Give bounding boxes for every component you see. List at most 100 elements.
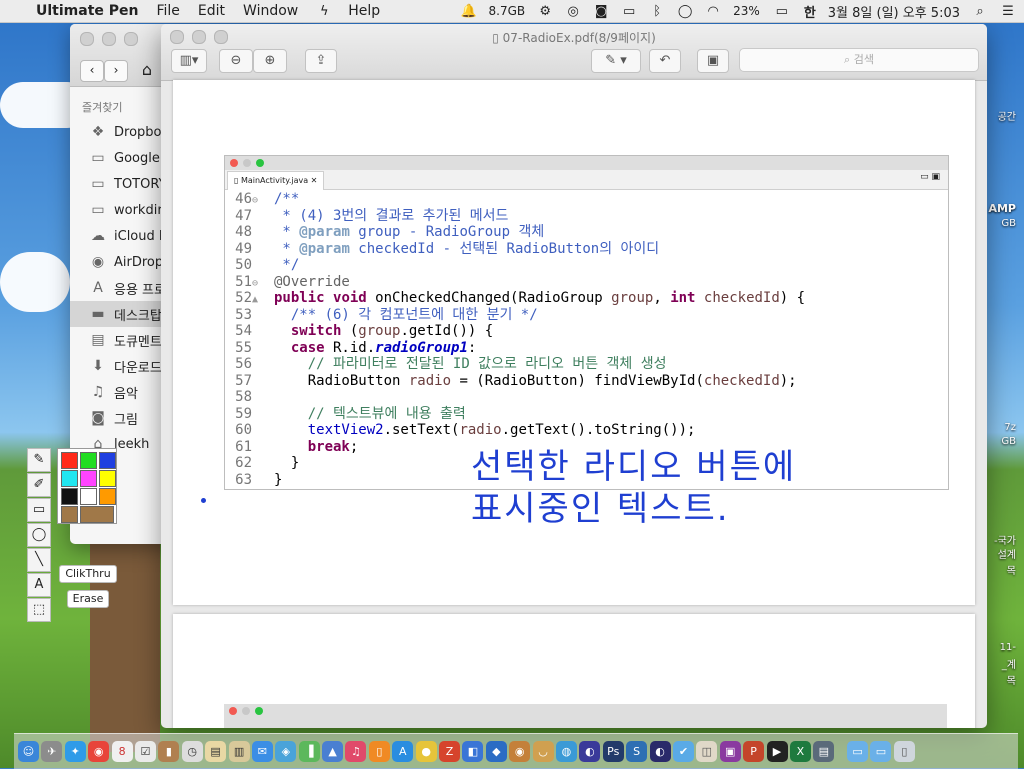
zoom-in-button[interactable]: ⊕ [253,49,287,73]
rotate-button[interactable]: ↶ [649,49,681,73]
note-icon[interactable]: ▥ [228,741,250,762]
launchpad-icon[interactable]: ✈ [41,741,63,762]
stickies-icon[interactable]: ▤ [205,741,227,762]
trash-icon[interactable]: ▯ [893,741,915,762]
line-number: 52 [235,290,252,306]
excel-icon[interactable]: X [789,741,811,762]
downloads-folder-icon[interactable]: ▭ [870,741,892,762]
chrome-icon[interactable]: ◉ [88,741,110,762]
color-swatch[interactable] [99,488,116,505]
memory-status[interactable]: 8.7GB [489,4,526,18]
menu-bar: Ultimate Pen File Edit Window ϟ Help 🔔 8… [0,0,1024,23]
bluetooth-icon[interactable]: ᛒ [649,4,665,19]
color-swatch[interactable] [80,488,97,505]
code-token: RadioButton [274,372,409,389]
text-tool-icon[interactable]: A [27,573,51,597]
photo-icon[interactable]: ◈ [275,741,297,762]
notification-bell-icon[interactable]: 🔔 [461,4,477,19]
color-swatch[interactable] [99,470,116,487]
airplay-icon[interactable]: ▭ [621,4,637,19]
code-token: group - RadioGroup 객체 [349,224,545,240]
home-icon[interactable]: ⌂ [136,60,158,80]
menu-file[interactable]: File [156,3,179,19]
chat-bubble-icon[interactable]: ◯ [677,4,693,19]
powerpoint-icon[interactable]: P [743,741,765,762]
minimize-button[interactable] [102,32,116,46]
finder-icon[interactable]: ☺ [18,741,39,762]
notification-center-icon[interactable]: ☰ [1000,4,1016,19]
check-icon[interactable]: ✔ [672,741,694,762]
menu-edit[interactable]: Edit [198,3,225,19]
chat-icon[interactable]: ✉ [251,741,273,762]
globe-icon[interactable]: ◍ [555,741,577,762]
toolbox-icon[interactable]: ⚙ [537,4,553,19]
select-tool-icon[interactable]: ⬚ [27,598,51,622]
ibooks-icon[interactable]: ▯ [368,741,390,762]
media-icon[interactable]: ▣ [719,741,741,762]
input-source[interactable]: 한 [804,2,816,21]
color-swatch[interactable] [61,488,78,505]
line-tool-icon[interactable]: ╲ [27,548,51,572]
safari-icon[interactable]: ✦ [64,741,86,762]
menu-window[interactable]: Window [243,3,298,19]
battery-percent[interactable]: 23% [733,4,760,18]
keynote-icon[interactable]: ▲ [322,741,344,762]
highlighter-tool-icon[interactable]: ✐ [27,473,51,497]
notes-icon[interactable]: ▮ [158,741,180,762]
app-menu[interactable]: Ultimate Pen [36,3,138,19]
menu-help[interactable]: Help [348,3,380,19]
color-swatch[interactable] [61,506,78,523]
app-store-icon[interactable]: A [392,741,414,762]
folder-icon[interactable]: ▭ [847,741,869,762]
markup-button[interactable]: ✎ ▾ [591,49,641,73]
bowl-icon[interactable]: ◡ [532,741,554,762]
apps-icon: A [93,280,103,296]
clock-icon[interactable]: ◷ [181,741,203,762]
calendar-icon[interactable]: 8 [111,741,133,762]
lemon-icon[interactable]: ● [415,741,437,762]
photoshop-icon[interactable]: Ps [602,741,624,762]
lightning-icon[interactable]: ϟ [316,4,332,19]
camera-icon[interactable]: ◙ [593,4,609,19]
copy-icon[interactable]: ◧ [462,741,484,762]
music-icon[interactable]: ♫ [345,741,367,762]
numbers-icon[interactable]: ▐ [298,741,320,762]
color-swatch[interactable] [99,452,116,469]
share-button[interactable]: ⇪ [305,49,337,73]
sync-icon[interactable]: ◎ [565,4,581,19]
clickthru-button[interactable]: ClikThru [59,565,117,583]
s-app-icon[interactable]: S [626,741,648,762]
color-swatch[interactable] [80,470,97,487]
zoom-button[interactable] [124,32,138,46]
erase-button[interactable]: Erase [67,590,109,608]
pen-tool-icon[interactable]: ✎ [27,448,51,472]
sidebar-toggle-button[interactable]: ▥▾ [171,49,207,73]
code-token: * (4) 3번의 결과로 추가된 메서드 [274,207,509,224]
reminders-icon[interactable]: ☑ [134,741,156,762]
battery-icon[interactable]: ▭ [772,4,792,19]
cube-icon[interactable]: ◆ [485,741,507,762]
zoom-out-button[interactable]: ⊖ [219,49,253,73]
ellipse-tool-icon[interactable]: ◯ [27,523,51,547]
clock[interactable]: 3월 8일 (일) 오후 5:03 [828,2,960,21]
line-width-swatch[interactable] [80,506,114,523]
color-swatch[interactable] [61,452,78,469]
rectangle-tool-icon[interactable]: ▭ [27,498,51,522]
terminal-icon[interactable]: ▶ [766,741,788,762]
forward-button[interactable]: › [104,60,128,82]
eclipse-icon[interactable]: ◐ [579,741,601,762]
preview-icon[interactable]: ▤ [813,741,835,762]
wifi-icon[interactable]: ◠ [705,4,721,19]
close-button[interactable] [80,32,94,46]
eclipse-alt-icon[interactable]: ◐ [649,741,671,762]
spotlight-search-icon[interactable]: ⌕ [972,4,988,19]
cup-icon[interactable]: ◫ [696,741,718,762]
filezilla-icon[interactable]: Z [439,741,461,762]
package-icon[interactable]: ◉ [509,741,531,762]
search-input[interactable]: ⌕ 검색 [739,48,979,72]
color-swatch[interactable] [61,470,78,487]
line-number: 47 [235,207,252,224]
toolbox-button[interactable]: ▣ [697,49,729,73]
back-button[interactable]: ‹ [80,60,104,82]
color-swatch[interactable] [80,452,97,469]
